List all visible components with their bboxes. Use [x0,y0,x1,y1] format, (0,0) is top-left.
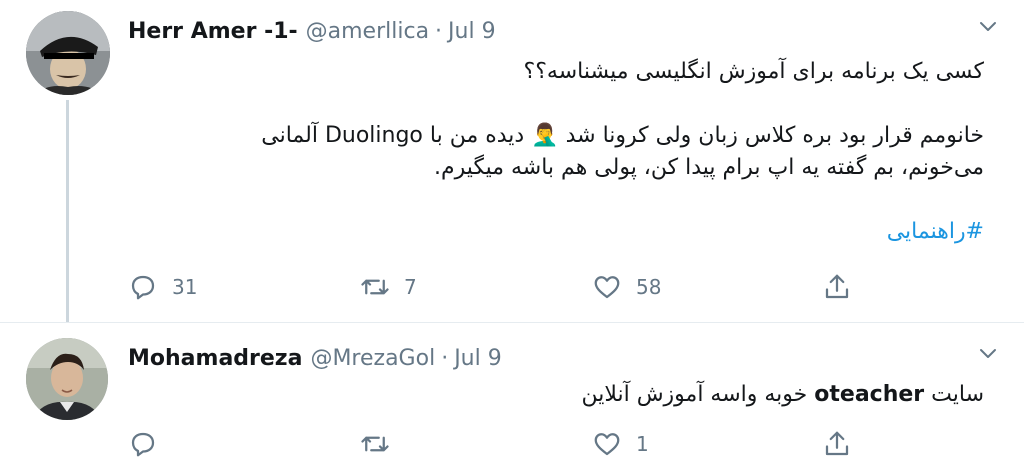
retweet-count: 7 [404,275,417,299]
handle[interactable]: @amerllica [306,19,429,44]
separator: · [435,18,443,44]
avatar[interactable] [26,338,108,420]
timestamp[interactable]: Jul 9 [448,19,496,44]
reply-icon [131,275,155,300]
tweet-text-line: کسی یک برنامه برای آموزش انگلیسی میشناسه… [523,59,984,84]
chevron-down-icon [980,22,996,31]
hashtag-link[interactable]: #راهنمایی [887,219,984,244]
reply-button[interactable]: 31 [128,272,197,302]
share-button[interactable] [822,272,852,302]
like-button[interactable]: 58 [592,272,661,302]
avatar-military-cap-icon [26,11,110,95]
tweet-text-prefix: سایت [924,382,984,407]
reply-icon [131,432,155,457]
like-icon [594,276,620,299]
like-icon [594,433,620,456]
avatar[interactable] [26,11,110,95]
tweet-text-bold: oteacher [814,382,925,407]
reply-count: 31 [172,275,198,299]
tweet-text-line: می‌خونم، بم گفته یه اپ برام پیدا کن، پول… [434,155,984,180]
retweet-button[interactable]: 7 [360,272,417,302]
chevron-down-icon [980,349,996,358]
share-button[interactable] [822,429,852,459]
like-count: 58 [636,275,662,299]
tweet-amerllica[interactable]: Herr Amer -1- @amerllica · Jul 9 کسی یک … [0,0,1024,322]
retweet-icon [361,436,389,452]
handle[interactable]: @MrezaGol [310,346,435,371]
tweet-menu-button[interactable] [978,343,998,363]
share-icon [825,431,849,456]
tweet-text: کسی یک برنامه برای آموزش انگلیسی میشناسه… [128,56,984,248]
tweet-menu-button[interactable] [978,16,998,36]
tweet-text-suffix: خوبه واسه آموزش آنلاین [581,382,815,407]
like-button[interactable]: 1 [592,429,649,459]
tweet-header: Herr Amer -1- @amerllica · Jul 9 [128,16,496,46]
timestamp[interactable]: Jul 9 [454,346,502,371]
tweet-mrezagol[interactable]: Mohamadreza @MrezaGol · Jul 9 سایت oteac… [0,322,1024,473]
tweet-header: Mohamadreza @MrezaGol · Jul 9 [128,343,502,373]
share-icon [825,274,849,299]
thread-line [66,100,69,322]
retweet-icon [361,279,389,295]
display-name[interactable]: Mohamadreza [128,346,302,371]
tweet-text: سایت oteacher خوبه واسه آموزش آنلاین [128,379,984,411]
display-name[interactable]: Herr Amer -1- [128,19,298,44]
like-count: 1 [636,432,649,456]
reply-button[interactable] [128,429,172,459]
tweet-text-line: خانومم قرار بود بره کلاس زبان ولی کرونا … [261,123,984,148]
separator: · [441,345,449,371]
avatar-photo-icon [26,338,108,420]
retweet-button[interactable] [360,429,404,459]
